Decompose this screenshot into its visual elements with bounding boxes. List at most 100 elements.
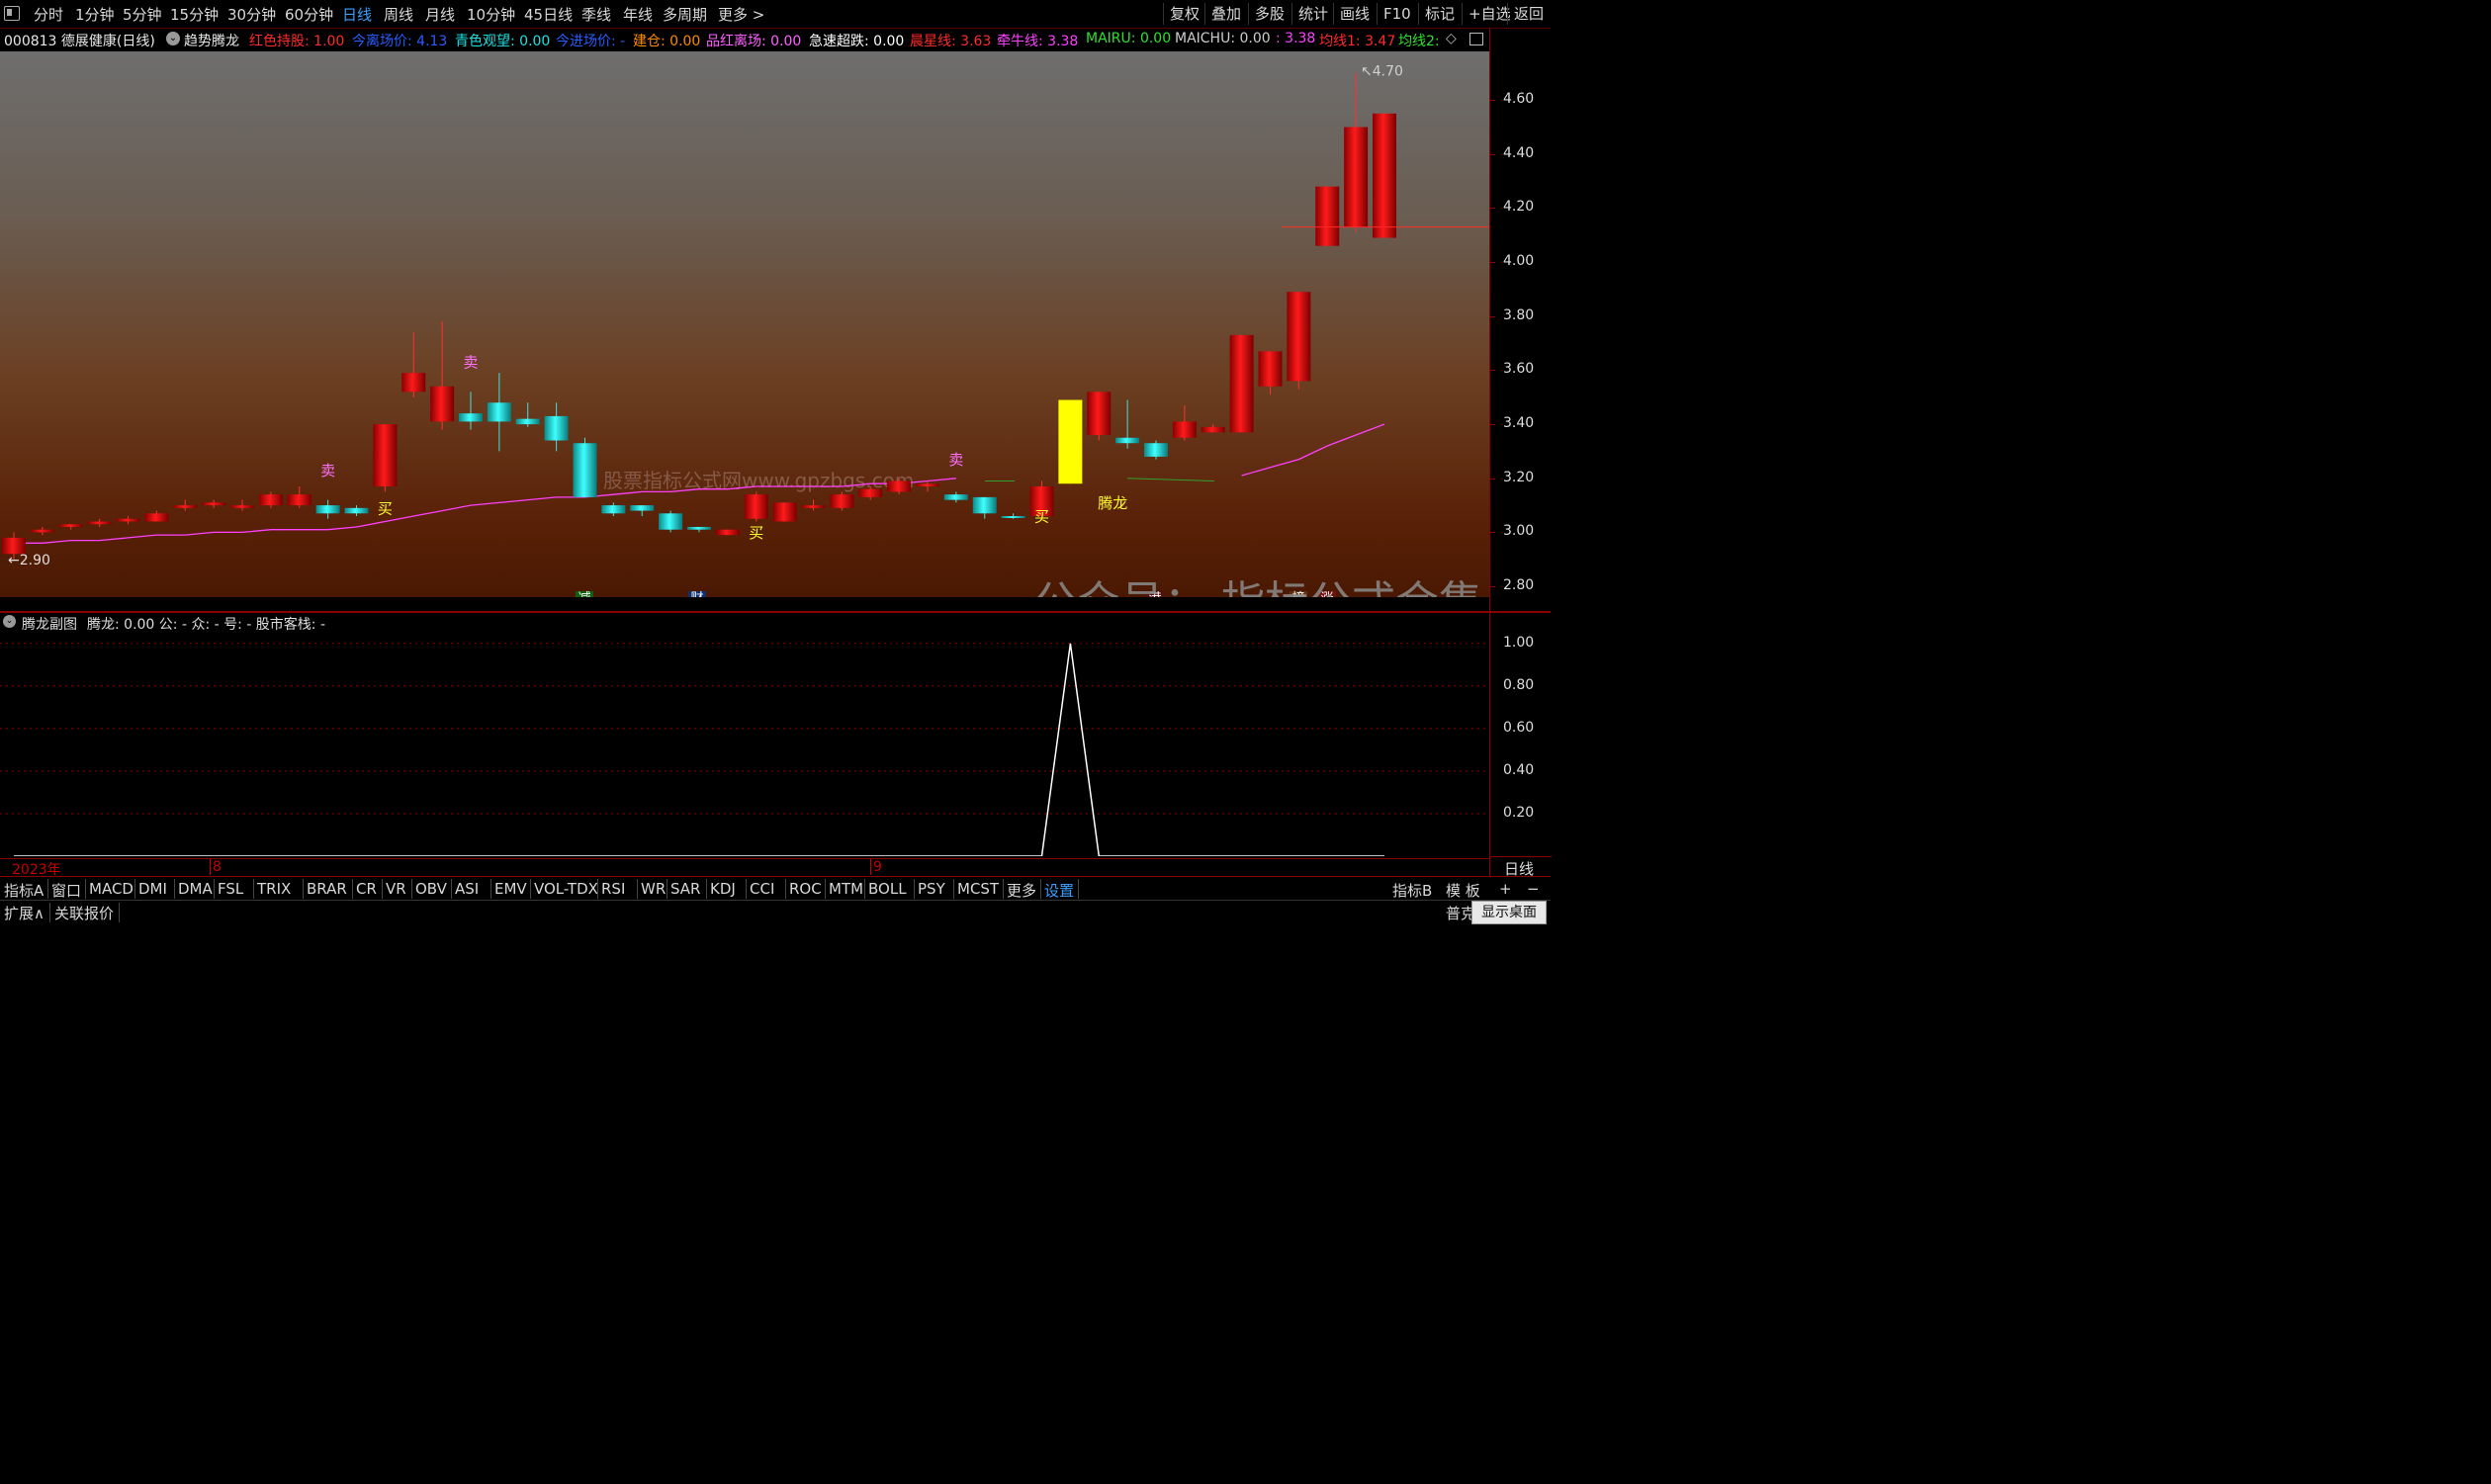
period-tab[interactable]: 45日线 [524, 4, 573, 25]
indicator-tab[interactable]: BOLL [868, 880, 907, 898]
period-tab[interactable]: 日线 [342, 4, 372, 25]
sub-chart-title[interactable]: 腾龙副图 [22, 614, 77, 634]
tab-separator [706, 879, 707, 899]
tab-right-button[interactable]: + [1499, 880, 1512, 898]
indicator-number: 0.00 [1239, 31, 1271, 46]
indicator-tab[interactable]: MTM [829, 880, 863, 898]
tab-separator [85, 879, 86, 899]
indicator-tab[interactable]: 设置 [1044, 880, 1074, 901]
indicator-tab[interactable]: EMV [494, 880, 527, 898]
period-tab[interactable]: 月线 [425, 4, 455, 25]
tab-separator [746, 879, 747, 899]
chevron-down-icon[interactable]: ⌄ [3, 615, 16, 628]
price-tick: 4.00 [1503, 253, 1535, 270]
toolbar-button[interactable]: 多股 [1248, 3, 1290, 25]
date-month-9: 9 [870, 859, 882, 875]
period-tab[interactable]: 多周期 [663, 4, 707, 25]
signal-sell: 卖 [948, 451, 963, 469]
badge-wealth: 财 [690, 591, 703, 597]
indicator-tab[interactable]: 窗口 [51, 880, 81, 901]
toolbar-button[interactable]: F10 [1377, 3, 1417, 25]
diamond-icon[interactable]: ◇ [1446, 31, 1457, 46]
candle-body [1172, 421, 1197, 438]
indicator-tab[interactable]: VR [386, 880, 406, 898]
indicator-tab[interactable]: ASI [455, 880, 479, 898]
indicator-tab[interactable]: VOL-TDX [534, 880, 598, 898]
indicator-number: 3.38 [1285, 31, 1316, 46]
tab-separator [253, 879, 254, 899]
sub-tick: 1.00 [1503, 634, 1535, 651]
candle-body [943, 494, 968, 500]
indicator-label: 今离场价: [352, 34, 417, 49]
tab-right-button[interactable]: 模 板 [1446, 880, 1480, 901]
period-tab[interactable]: 季线 [581, 4, 611, 25]
candle-body [1087, 392, 1112, 436]
tab-right-button[interactable]: 指标B [1392, 880, 1432, 901]
window-menu-icon[interactable] [4, 6, 20, 21]
indicator-value-item: 急速超跌: 0.00 [809, 31, 904, 50]
candle-body [1373, 113, 1396, 238]
indicator-tab[interactable]: TRIX [257, 880, 291, 898]
indicator-tab[interactable]: CCI [750, 880, 774, 898]
tab-separator [785, 879, 786, 899]
period-tab[interactable]: 15分钟 [170, 4, 219, 25]
indicator-tab[interactable]: SAR [670, 880, 700, 898]
indicator-tab[interactable]: ROC [789, 880, 822, 898]
price-tick: 3.60 [1503, 361, 1535, 378]
expand-button[interactable]: 扩展∧ [4, 903, 44, 923]
indicator-tab[interactable]: FSL [218, 880, 243, 898]
toolbar-button[interactable]: 复权 [1163, 3, 1205, 25]
toolbar-button[interactable]: 返回 [1507, 3, 1550, 25]
price-tick: 4.20 [1503, 199, 1535, 216]
candle-body [401, 373, 426, 393]
indicator-info-line: 000813 德展健康(日线) ⌄ 趋势腾龙 红色持股: 1.00 今离场价: 4… [0, 29, 1489, 50]
period-tab[interactable]: 30分钟 [227, 4, 276, 25]
indicator-number: 0.00 [519, 34, 551, 49]
panel-toggle-icon[interactable] [1469, 33, 1483, 45]
indicator-tab[interactable]: RSI [601, 880, 625, 898]
indicator-number: 1.00 [313, 34, 345, 49]
period-tab[interactable]: 分时 [34, 4, 63, 25]
indicator-tab[interactable]: BRAR [307, 880, 347, 898]
related-quote-button[interactable]: 关联报价 [54, 903, 114, 923]
sub-indicator-chart[interactable] [0, 633, 1489, 856]
candle-body [1001, 516, 1025, 519]
tab-right-button[interactable]: − [1527, 880, 1540, 898]
indicator-value-item: 红色持股: 1.00 [249, 31, 344, 50]
indicator-tab[interactable]: MACD [89, 880, 133, 898]
stock-title: 000813 德展健康(日线) [4, 34, 155, 49]
indicator-tab[interactable]: CR [356, 880, 377, 898]
tick-mark [1489, 315, 1495, 317]
indicator-value-item: 今进场价: - [556, 31, 625, 50]
main-price-chart[interactable]: 股票指标公式网www.gpzbgs.com卖买卖买卖买腾龙减财港榜涨↖4.70←… [0, 51, 1489, 597]
signal-dragon: 腾龙 [1098, 494, 1127, 512]
indicator-tab[interactable]: PSY [918, 880, 945, 898]
period-tab[interactable]: 10分钟 [467, 4, 515, 25]
chevron-down-icon[interactable]: ⌄ [166, 32, 180, 45]
indicator-tab[interactable]: 更多 [1007, 880, 1036, 901]
indicator-name[interactable]: 趋势腾龙 [184, 31, 239, 50]
toolbar-button[interactable]: 叠加 [1204, 3, 1247, 25]
indicator-tab[interactable]: DMI [138, 880, 167, 898]
indicator-tab[interactable]: WR [641, 880, 666, 898]
period-tab[interactable]: 周线 [384, 4, 413, 25]
candle-body [687, 526, 711, 530]
indicator-tab[interactable]: OBV [415, 880, 447, 898]
indicator-number: 0.00 [669, 34, 701, 49]
indicator-tab[interactable]: MCST [957, 880, 999, 898]
indicator-number: 4.13 [416, 34, 448, 49]
toolbar-button[interactable]: 画线 [1333, 3, 1376, 25]
period-tab[interactable]: 60分钟 [285, 4, 333, 25]
period-tab[interactable]: 5分钟 [123, 4, 162, 25]
indicator-tab[interactable]: 指标A [4, 880, 44, 901]
watermark-bottom: 公众号： 指标公式合集 [1033, 577, 1482, 597]
indicator-tab[interactable]: DMA [178, 880, 213, 898]
toolbar-button[interactable]: 统计 [1291, 3, 1334, 25]
indicator-tab[interactable]: KDJ [710, 880, 736, 898]
show-desktop-tooltip[interactable]: 显示桌面 [1471, 901, 1547, 924]
period-tab[interactable]: 更多 > [718, 4, 764, 25]
signal-buy: 买 [749, 524, 763, 542]
period-tab[interactable]: 1分钟 [75, 4, 115, 25]
period-tab[interactable]: 年线 [623, 4, 653, 25]
toolbar-button[interactable]: 标记 [1418, 3, 1461, 25]
